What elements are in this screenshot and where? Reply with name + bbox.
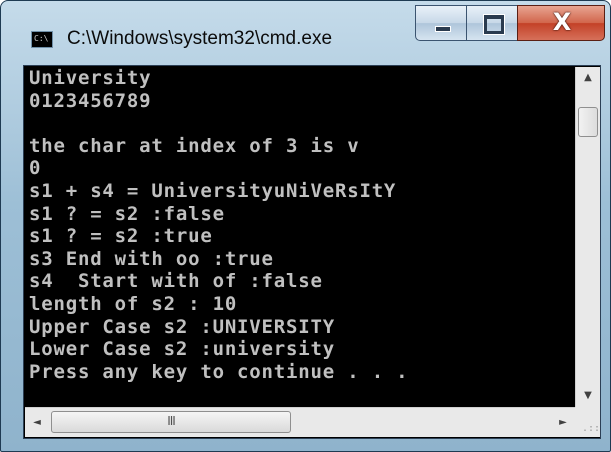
horizontal-scroll-thumb[interactable]: III [51, 411, 291, 433]
console-line: s4 Start with of :false [29, 270, 323, 293]
console-line: Upper Case s2 :UNIVERSITY [29, 315, 335, 338]
resize-grip-icon[interactable]: .:: [575, 407, 600, 437]
console-line: length of s2 : 10 [29, 292, 238, 315]
maximize-icon [484, 15, 504, 34]
console-line: s1 + s4 = UniversityuNiVeRsItY [29, 179, 397, 202]
console-line: the char at index of 3 is v [29, 134, 360, 157]
horizontal-scrollbar[interactable]: ◄ III ► [25, 407, 575, 437]
close-icon: X [552, 8, 572, 36]
close-button[interactable]: X [517, 5, 605, 41]
scroll-up-icon[interactable]: ▲ [576, 67, 600, 89]
app-icon-glyph: C:\ [34, 34, 49, 43]
console-line: Press any key to continue . . . [29, 360, 409, 383]
console-line: 0123456789 [29, 89, 152, 112]
cmd-window: C:\ C:\Windows\system32\cmd.exe X Univer… [0, 0, 611, 452]
minimize-icon [435, 26, 451, 32]
title-bar[interactable]: C:\ C:\Windows\system32\cmd.exe X [1, 1, 610, 65]
vertical-scroll-thumb[interactable] [578, 107, 598, 137]
console-line: s1 ? = s2 :false [29, 202, 225, 225]
cmd-app-icon[interactable]: C:\ [31, 31, 53, 48]
maximize-button[interactable] [466, 5, 518, 41]
caption-buttons: X [415, 5, 605, 45]
console-line: 0 [29, 157, 42, 180]
console-line: Lower Case s2 :university [29, 338, 335, 361]
vertical-scrollbar[interactable]: ▲ ▼ [575, 67, 600, 407]
console-output[interactable]: University 0123456789 the char at index … [25, 67, 574, 407]
console-line: s1 ? = s2 :true [29, 225, 213, 248]
scroll-left-icon[interactable]: ◄ [25, 408, 49, 437]
console-client-area: University 0123456789 the char at index … [23, 65, 601, 439]
console-line: University [29, 67, 152, 89]
window-title: C:\Windows\system32\cmd.exe [67, 28, 333, 49]
scroll-down-icon[interactable]: ▼ [576, 385, 600, 407]
minimize-button[interactable] [415, 5, 467, 41]
console-line: s3 End with oo :true [29, 247, 274, 270]
scroll-right-icon[interactable]: ► [551, 408, 575, 437]
